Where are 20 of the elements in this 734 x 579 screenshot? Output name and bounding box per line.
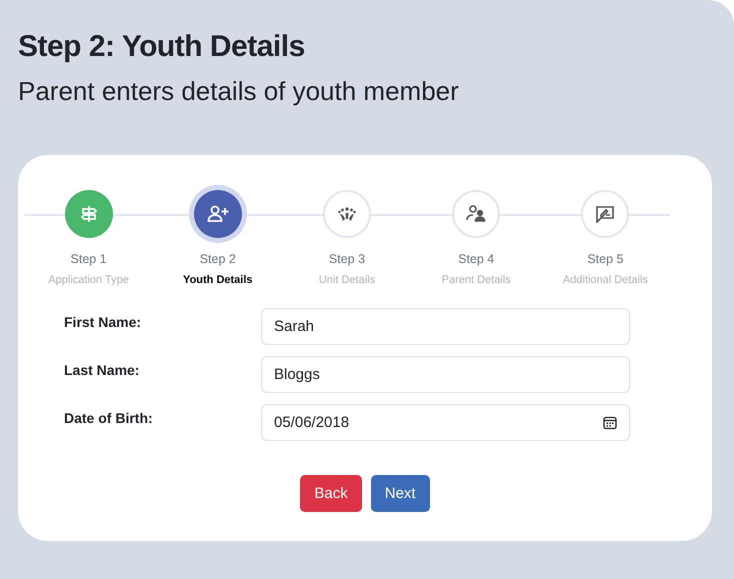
step-label: Step 2 [200, 252, 236, 266]
step-label: Step 1 [70, 252, 107, 266]
text-field[interactable]: Bloggs [261, 356, 630, 393]
step-caption: Parent Details [442, 274, 511, 286]
step-caption: Youth Details [183, 274, 253, 286]
step-label: Step 4 [458, 252, 494, 266]
step-label: Step 3 [328, 252, 366, 266]
date-field[interactable]: 05/06/2018 [261, 404, 630, 441]
next-button[interactable]: Next [370, 475, 430, 512]
step-caption: Application Type [48, 274, 129, 286]
step-label: Step 5 [587, 252, 624, 266]
page-subtitle: Parent enters details of youth member [18, 76, 460, 107]
step-caption: Additional Details [562, 274, 648, 286]
field-label: First Name: [64, 313, 142, 330]
text-field[interactable]: Sarah [261, 308, 630, 345]
field-label: Last Name: [64, 361, 140, 378]
field-label: Date of Birth: [64, 409, 154, 426]
back-button[interactable]: Back [300, 475, 362, 512]
page-title: Step 2: Youth Details [18, 30, 306, 64]
step-caption: Unit Details [318, 274, 376, 286]
